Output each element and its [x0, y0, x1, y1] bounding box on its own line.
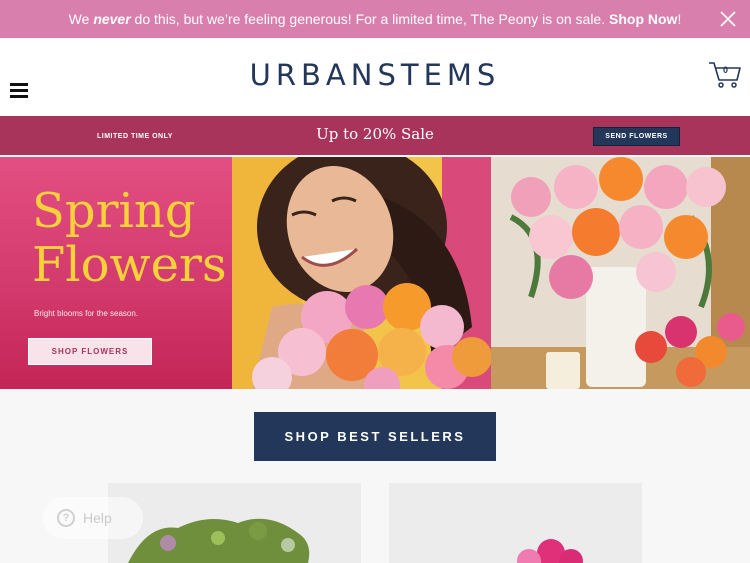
question-icon: ? — [57, 509, 75, 527]
site-header: URBANSTEMS 0 — [0, 38, 750, 116]
send-flowers-button[interactable]: SEND FLOWERS — [593, 127, 680, 146]
promo-text-part: do this, but we’re feeling generous! For… — [130, 11, 609, 27]
promo-emphasis: never — [93, 11, 131, 27]
cart-count: 0 — [723, 65, 729, 75]
hero-photo-woman — [232, 157, 491, 389]
promo-text-part: We — [68, 11, 94, 27]
help-widget[interactable]: ? Help — [43, 497, 143, 539]
hero-subtitle: Bright blooms for the season. — [34, 309, 139, 318]
product-card[interactable] — [389, 483, 642, 563]
hero-title-line: Spring — [32, 183, 196, 239]
promo-text: We never do this, but we’re feeling gene… — [69, 11, 682, 27]
site-logo[interactable]: URBANSTEMS — [0, 58, 750, 92]
shop-best-sellers-button[interactable]: SHOP BEST SELLERS — [254, 412, 496, 461]
promo-banner: We never do this, but we’re feeling gene… — [0, 0, 750, 38]
cart-button[interactable]: 0 — [708, 60, 742, 90]
close-icon[interactable] — [718, 9, 738, 29]
shop-now-link[interactable]: Shop Now — [609, 11, 677, 27]
product-card[interactable] — [108, 483, 361, 563]
hero-title: Spring Flowers — [32, 184, 227, 292]
help-label: Help — [83, 510, 112, 526]
shop-flowers-button[interactable]: SHOP FLOWERS — [28, 338, 152, 365]
hero-title-line: Flowers — [32, 237, 227, 293]
promo-text-part: ! — [677, 11, 682, 27]
hero-photo-bouquet — [491, 157, 750, 389]
